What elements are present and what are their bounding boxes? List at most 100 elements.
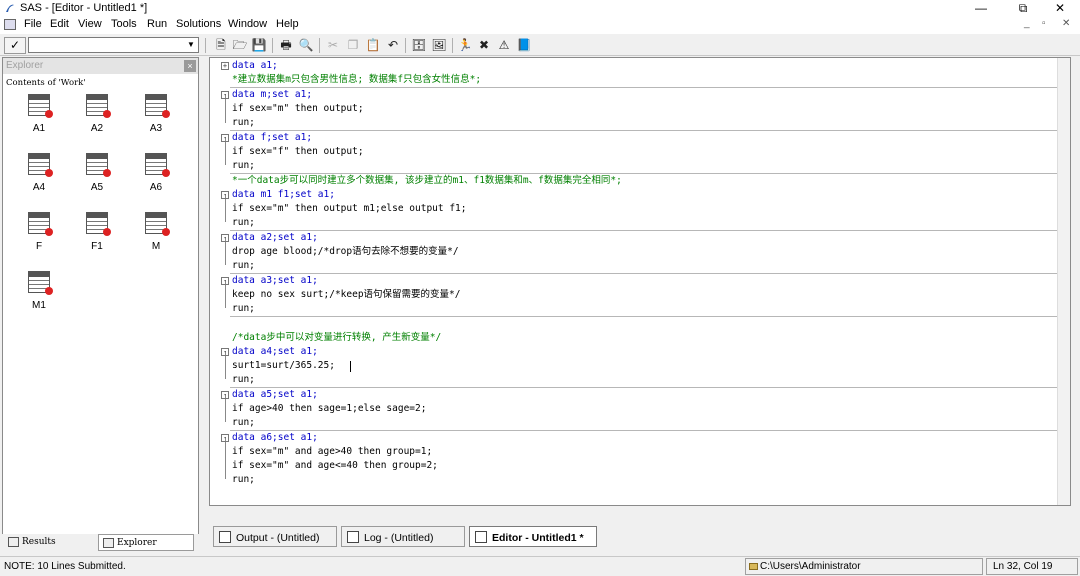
- tab-explorer[interactable]: Explorer: [98, 534, 194, 551]
- document-menu-icon[interactable]: [4, 19, 16, 30]
- tab-log[interactable]: Log - (Untitled): [341, 526, 465, 547]
- dataset-item[interactable]: A1: [17, 94, 61, 134]
- code-editor[interactable]: + data a1; *建立数据集m只包含男性信息; 数据集f只包含女性信息*; …: [209, 57, 1071, 506]
- libraries-icon[interactable]: 🗄: [410, 37, 428, 54]
- copy-icon[interactable]: ❐: [344, 37, 362, 54]
- code-line[interactable]: - data f;set a1;: [210, 131, 1058, 145]
- code-line[interactable]: if sex="m" then output;: [210, 102, 1058, 116]
- dataset-item[interactable]: F1: [75, 212, 119, 252]
- restore-button[interactable]: ⧉: [1007, 0, 1039, 16]
- code-line[interactable]: + data a1;: [210, 59, 1058, 73]
- submit-command-check-icon[interactable]: ✓: [4, 37, 26, 54]
- code-line[interactable]: - data a5;set a1;: [210, 388, 1058, 402]
- code-line[interactable]: drop age blood;/*drop语句去除不想要的变量*/: [210, 245, 1058, 259]
- code-line[interactable]: run;: [210, 216, 1058, 230]
- menu-solutions[interactable]: Solutions: [176, 18, 221, 30]
- toolbar-separator: [319, 38, 320, 53]
- menu-run[interactable]: Run: [147, 18, 167, 30]
- dataset-item[interactable]: A5: [75, 153, 119, 193]
- minimize-button[interactable]: —: [965, 0, 997, 16]
- collapse-toggle-icon[interactable]: -: [221, 277, 229, 285]
- code-line[interactable]: run;: [210, 473, 1058, 487]
- code-line[interactable]: if sex="m" and age>40 then group=1;: [210, 445, 1058, 459]
- dataset-item[interactable]: A4: [17, 153, 61, 193]
- mdi-restore-button[interactable]: ▫: [1042, 18, 1046, 29]
- code-line[interactable]: *一个data步可以同时建立多个数据集, 该步建立的m1、f1数据集和m、f数据…: [210, 174, 1058, 188]
- tab-output[interactable]: Output - (Untitled): [213, 526, 337, 547]
- print-icon[interactable]: 🖶: [277, 37, 295, 54]
- menu-window[interactable]: Window: [228, 18, 267, 30]
- dataset-item[interactable]: F: [17, 212, 61, 252]
- tab-label: Explorer: [117, 538, 157, 548]
- dataset-item[interactable]: A6: [134, 153, 178, 193]
- code-line[interactable]: run;: [210, 116, 1058, 130]
- undo-icon[interactable]: ↶: [384, 37, 402, 54]
- new-file-icon[interactable]: 🗎: [212, 37, 230, 54]
- dataset-item[interactable]: M: [134, 212, 178, 252]
- collapse-toggle-icon[interactable]: -: [221, 134, 229, 142]
- cut-icon[interactable]: ✂: [324, 37, 342, 54]
- close-window-button[interactable]: ✕: [1044, 0, 1076, 16]
- explorer-path: Contents of 'Work': [6, 78, 86, 88]
- paste-icon[interactable]: 📋: [364, 37, 382, 54]
- collapse-toggle-icon[interactable]: -: [221, 391, 229, 399]
- clear-all-icon[interactable]: ✖: [475, 37, 493, 54]
- code-line[interactable]: - data a4;set a1;: [210, 345, 1058, 359]
- tab-editor[interactable]: Editor - Untitled1 *: [469, 526, 597, 547]
- code-line[interactable]: run;: [210, 259, 1058, 273]
- dataset-label: A6: [149, 182, 163, 193]
- code-line[interactable]: - data a2;set a1;: [210, 231, 1058, 245]
- tab-results[interactable]: Results: [4, 534, 94, 551]
- code-line[interactable]: run;: [210, 159, 1058, 173]
- code-line[interactable]: if sex="m" and age<=40 then group=2;: [210, 459, 1058, 473]
- collapse-toggle-icon[interactable]: -: [221, 348, 229, 356]
- dataset-item[interactable]: M1: [17, 271, 61, 311]
- code-line[interactable]: run;: [210, 416, 1058, 430]
- dataset-item[interactable]: A3: [134, 94, 178, 134]
- chevron-down-icon[interactable]: ▼: [184, 38, 198, 52]
- menu-view[interactable]: View: [78, 18, 102, 30]
- dataset-item[interactable]: A2: [75, 94, 119, 134]
- menu-help[interactable]: Help: [276, 18, 299, 30]
- code-line[interactable]: - data a6;set a1;: [210, 431, 1058, 445]
- code-line[interactable]: if sex="f" then output;: [210, 145, 1058, 159]
- vertical-scrollbar[interactable]: [1057, 58, 1070, 505]
- code-line[interactable]: - data m;set a1;: [210, 88, 1058, 102]
- toolbar-separator: [405, 38, 406, 53]
- code-line[interactable]: *建立数据集m只包含男性信息; 数据集f只包含女性信息*;: [210, 73, 1058, 87]
- collapse-toggle-icon[interactable]: -: [221, 91, 229, 99]
- help-book-icon[interactable]: 📘: [515, 37, 533, 54]
- menu-file[interactable]: File: [24, 18, 42, 30]
- code-line[interactable]: if sex="m" then output m1;else output f1…: [210, 202, 1058, 216]
- code-line[interactable]: run;: [210, 302, 1058, 316]
- menu-tools[interactable]: Tools: [111, 18, 137, 30]
- break-icon[interactable]: ⚠: [495, 37, 513, 54]
- dataset-table-icon: [145, 94, 170, 118]
- code-line[interactable]: surt1=surt/365.25;: [210, 359, 1058, 373]
- collapse-toggle-icon[interactable]: -: [221, 234, 229, 242]
- menu-edit[interactable]: Edit: [50, 18, 69, 30]
- explorer-view-icon[interactable]: 🖼: [430, 37, 448, 54]
- code-line[interactable]: - data m1 f1;set a1;: [210, 188, 1058, 202]
- print-preview-icon[interactable]: 🔍: [297, 37, 315, 54]
- toolbar-separator: [205, 38, 206, 53]
- code-line[interactable]: keep no sex surt;/*keep语句保留需要的变量*/: [210, 288, 1058, 302]
- collapse-toggle-icon[interactable]: -: [221, 191, 229, 199]
- code-line[interactable]: - data a3;set a1;: [210, 274, 1058, 288]
- dataset-label: F1: [91, 241, 103, 252]
- open-folder-icon[interactable]: 🗁: [231, 37, 249, 54]
- code-line[interactable]: if age>40 then sage=1;else sage=2;: [210, 402, 1058, 416]
- save-icon[interactable]: 💾: [250, 37, 268, 54]
- collapse-toggle-icon[interactable]: +: [221, 62, 229, 70]
- current-folder[interactable]: C:\Users\Administrator: [745, 558, 983, 575]
- close-icon[interactable]: ×: [184, 60, 196, 72]
- mdi-close-button[interactable]: ✕: [1062, 18, 1070, 29]
- collapse-toggle-icon[interactable]: -: [221, 434, 229, 442]
- mdi-minimize-button[interactable]: _: [1024, 18, 1030, 29]
- code-line[interactable]: /*data步中可以对变量进行转换, 产生新变量*/: [210, 331, 1058, 345]
- run-submit-icon[interactable]: 🏃: [456, 37, 474, 54]
- code-line[interactable]: run;: [210, 373, 1058, 387]
- tab-label: Output - (Untitled): [236, 532, 320, 544]
- code-line[interactable]: [210, 317, 1058, 331]
- command-input[interactable]: ▼: [28, 37, 199, 53]
